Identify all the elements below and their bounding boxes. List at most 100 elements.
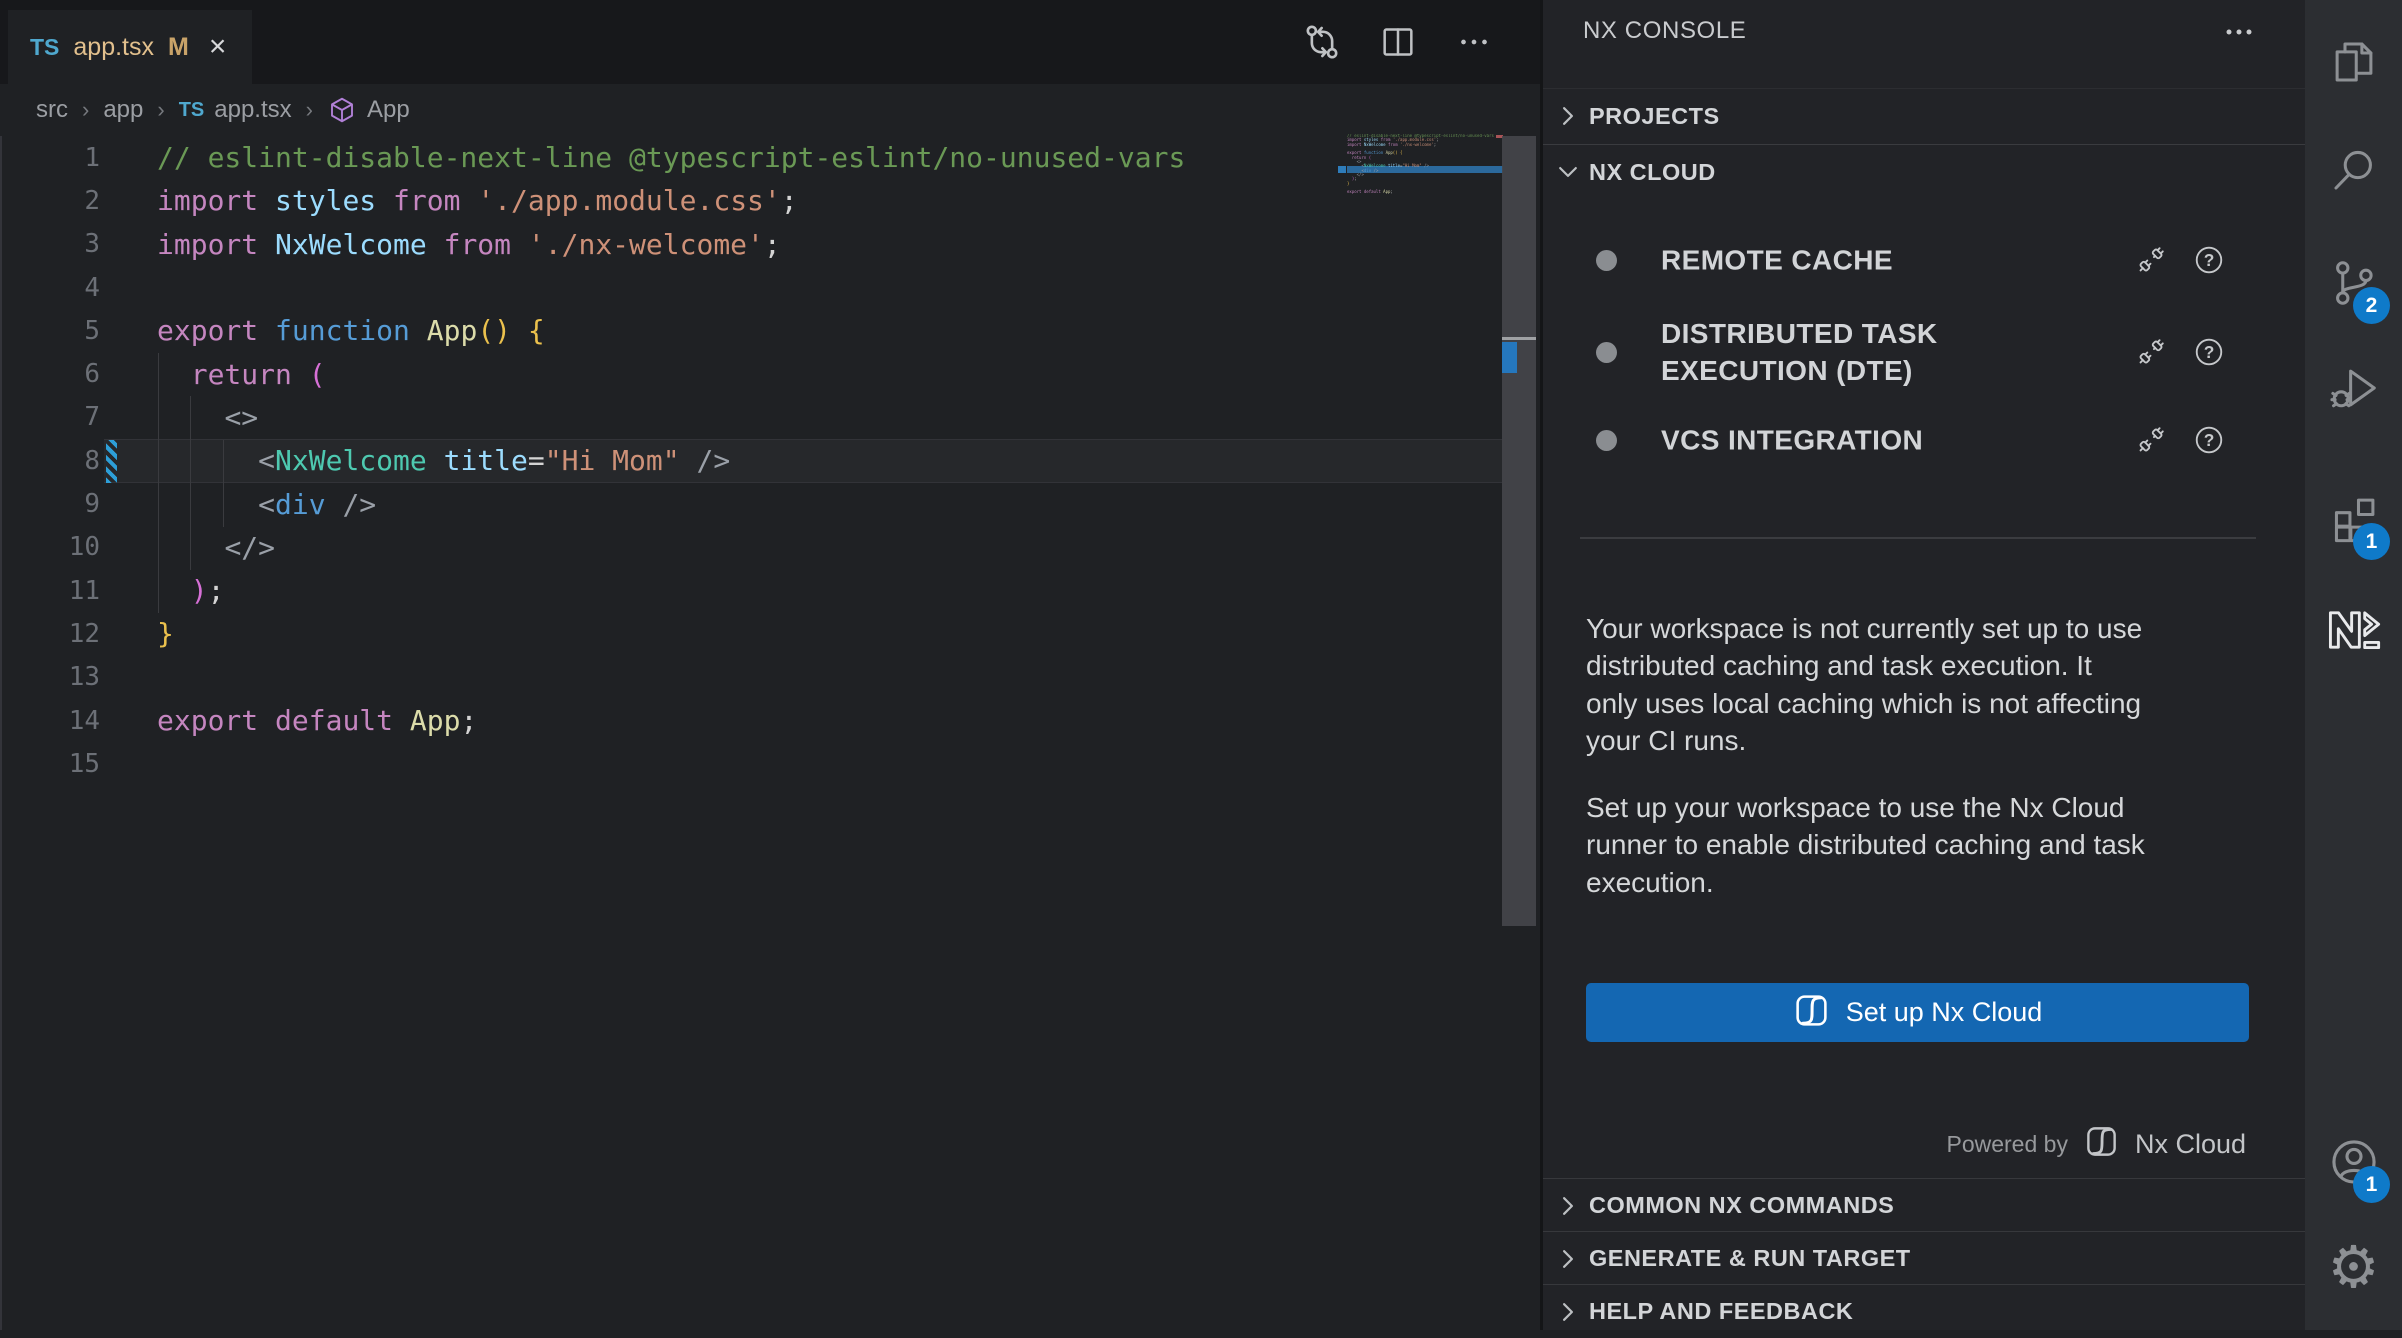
settings-gear-icon[interactable]: ⚙ bbox=[2305, 1224, 2402, 1312]
extensions-badge: 1 bbox=[2353, 523, 2390, 560]
breadcrumb-separator: › bbox=[306, 97, 313, 123]
chevron-right-icon bbox=[1555, 1193, 1581, 1219]
nx-feature-remote-cache[interactable]: REMOTE CACHE ? bbox=[1543, 224, 2305, 296]
git-modified-badge: M bbox=[168, 33, 189, 62]
chevron-right-icon bbox=[1555, 1246, 1581, 1272]
breadcrumb: src › app › TS app.tsx › App bbox=[0, 84, 1540, 136]
button-label: Set up Nx Cloud bbox=[1846, 997, 2043, 1028]
status-bullet-icon bbox=[1596, 342, 1617, 363]
tab-filename: app.tsx bbox=[73, 33, 154, 62]
minimap[interactable]: // eslint-disable-next-line @typescript-… bbox=[1347, 134, 1503, 274]
run-and-debug-icon[interactable] bbox=[2305, 344, 2402, 432]
setup-instruction-text: Set up your workspace to use the Nx Clou… bbox=[1586, 789, 2145, 901]
breadcrumb-symbol-app[interactable]: App bbox=[367, 96, 410, 124]
section-label: PROJECTS bbox=[1589, 103, 1720, 130]
code-line: 1// eslint-disable-next-line @typescript… bbox=[0, 136, 1502, 179]
scrollbar-thumb[interactable] bbox=[1502, 136, 1536, 926]
panel-header: NX CONSOLE bbox=[1543, 0, 2305, 62]
typescript-file-icon: TS bbox=[179, 99, 205, 122]
status-bullet-icon bbox=[1596, 430, 1617, 451]
more-actions-icon[interactable] bbox=[2219, 16, 2259, 48]
code-line: 2import styles from './app.module.css'; bbox=[0, 179, 1502, 222]
nx-console-icon[interactable] bbox=[2305, 586, 2402, 674]
gear-glyph: ⚙ bbox=[2328, 1239, 2380, 1297]
section-nx-cloud[interactable]: NX CLOUD bbox=[1543, 144, 2305, 199]
help-question-icon[interactable]: ? bbox=[2193, 244, 2225, 276]
nx-cloud-logo-icon bbox=[2084, 1124, 2119, 1164]
nx-cloud-brand-text[interactable]: Nx Cloud bbox=[2135, 1129, 2246, 1160]
split-editor-icon[interactable] bbox=[1377, 21, 1419, 63]
search-icon[interactable] bbox=[2305, 126, 2402, 214]
source-control-icon[interactable]: 2 bbox=[2305, 239, 2402, 327]
svg-text:?: ? bbox=[2204, 250, 2215, 270]
breadcrumb-src[interactable]: src bbox=[36, 96, 68, 124]
code-line: 13 bbox=[0, 656, 1502, 699]
help-question-icon[interactable]: ? bbox=[2193, 424, 2225, 456]
section-generate-run-target[interactable]: GENERATE & RUN TARGET bbox=[1543, 1231, 2305, 1285]
minimap-code: // eslint-disable-next-line @typescript-… bbox=[1347, 134, 1503, 199]
help-question-icon[interactable]: ? bbox=[2193, 336, 2225, 368]
breadcrumb-separator: › bbox=[157, 97, 164, 123]
feature-label: VCS INTEGRATION bbox=[1661, 422, 1923, 459]
tab-app-tsx[interactable]: TS app.tsx M × bbox=[8, 10, 252, 84]
chevron-right-icon bbox=[1555, 103, 1581, 129]
code-line: 14export default App; bbox=[0, 699, 1502, 742]
section-label: NX CLOUD bbox=[1589, 159, 1716, 186]
code-line: 8 <NxWelcome title="Hi Mom" /> bbox=[0, 439, 1502, 482]
feature-label: DISTRIBUTED TASKEXECUTION (DTE) bbox=[1661, 315, 1938, 389]
code-editor[interactable]: 1// eslint-disable-next-line @typescript… bbox=[0, 136, 1502, 785]
editor-group: TS app.tsx M × bbox=[0, 0, 1540, 1330]
editor-scrollbar[interactable] bbox=[1502, 136, 1536, 1330]
nx-console-panel: NX CONSOLE PROJECTS NX CLOUD REMOTE CACH… bbox=[1540, 0, 2305, 1330]
nx-feature-dte[interactable]: DISTRIBUTED TASKEXECUTION (DTE) ? bbox=[1543, 296, 2305, 408]
chevron-down-icon bbox=[1555, 159, 1581, 185]
section-label: GENERATE & RUN TARGET bbox=[1589, 1245, 1911, 1272]
section-label: COMMON NX COMMANDS bbox=[1589, 1192, 1894, 1219]
code-line: 6 return ( bbox=[0, 352, 1502, 395]
breadcrumb-separator: › bbox=[82, 97, 89, 123]
code-line: 7 <> bbox=[0, 396, 1502, 439]
tab-bar: TS app.tsx M × bbox=[0, 0, 1540, 84]
code-line: 15 bbox=[0, 742, 1502, 785]
code-line: 9 <div /> bbox=[0, 482, 1502, 525]
compare-changes-icon[interactable] bbox=[1301, 21, 1343, 63]
overview-ruler-cursor-mark bbox=[1502, 337, 1536, 340]
symbol-class-icon bbox=[327, 95, 357, 125]
minimap-modified-indicator bbox=[1338, 166, 1346, 173]
accounts-icon[interactable]: 1 bbox=[2305, 1118, 2402, 1206]
close-tab-icon[interactable]: × bbox=[209, 32, 227, 62]
connect-plug-icon[interactable] bbox=[2135, 336, 2167, 368]
nx-feature-vcs-integration[interactable]: VCS INTEGRATION ? bbox=[1543, 408, 2305, 472]
code-line: 12} bbox=[0, 612, 1502, 655]
code-line: 11 ); bbox=[0, 569, 1502, 612]
nx-cloud-logo-icon bbox=[1793, 992, 1830, 1034]
section-common-nx-commands[interactable]: COMMON NX COMMANDS bbox=[1543, 1178, 2305, 1232]
section-projects[interactable]: PROJECTS bbox=[1543, 88, 2305, 143]
connect-plug-icon[interactable] bbox=[2135, 424, 2167, 456]
powered-by-text: Powered by bbox=[1946, 1131, 2067, 1158]
workspace-status-text: Your workspace is not currently set up t… bbox=[1586, 610, 2142, 759]
activity-bar: 2 1 1 ⚙ bbox=[2305, 0, 2402, 1330]
connect-plug-icon[interactable] bbox=[2135, 244, 2167, 276]
explorer-files-icon[interactable] bbox=[2305, 18, 2402, 106]
breadcrumb-app[interactable]: app bbox=[103, 96, 143, 124]
svg-text:?: ? bbox=[2204, 342, 2215, 362]
svg-text:?: ? bbox=[2204, 430, 2215, 450]
feature-label: REMOTE CACHE bbox=[1661, 242, 1893, 279]
git-modified-gutter-indicator bbox=[106, 440, 117, 483]
code-line: 4 bbox=[0, 266, 1502, 309]
powered-by: Powered by Nx Cloud bbox=[1946, 1122, 2246, 1166]
setup-nx-cloud-button[interactable]: Set up Nx Cloud bbox=[1586, 983, 2249, 1042]
breadcrumb-file[interactable]: app.tsx bbox=[214, 96, 291, 124]
chevron-right-icon bbox=[1555, 1299, 1581, 1325]
overview-ruler-modified-mark bbox=[1502, 342, 1517, 373]
status-bullet-icon bbox=[1596, 250, 1617, 271]
accounts-badge: 1 bbox=[2353, 1166, 2390, 1203]
divider bbox=[1580, 537, 2256, 539]
code-line: 10 </> bbox=[0, 526, 1502, 569]
extensions-icon[interactable]: 1 bbox=[2305, 475, 2402, 563]
section-label: HELP AND FEEDBACK bbox=[1589, 1298, 1853, 1325]
more-actions-icon[interactable] bbox=[1453, 21, 1495, 63]
code-line: 5export function App() { bbox=[0, 309, 1502, 352]
panel-title: NX CONSOLE bbox=[1583, 17, 1746, 45]
